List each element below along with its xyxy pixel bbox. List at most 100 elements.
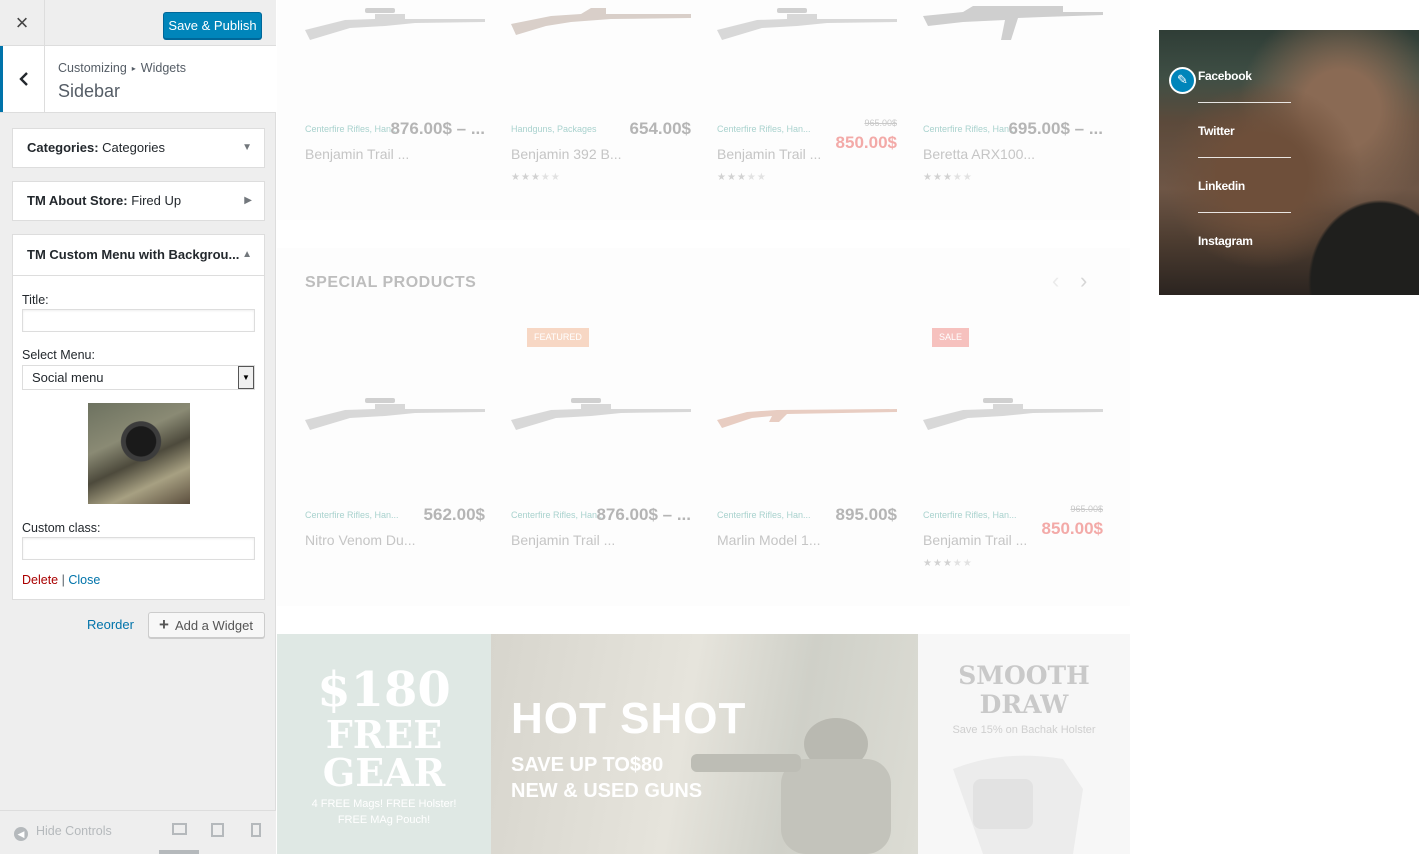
- back-button[interactable]: [0, 46, 45, 112]
- rating-stars: ★★★★★: [923, 172, 973, 183]
- tablet-preview-icon[interactable]: [211, 823, 224, 837]
- product-badge: FEATURED: [527, 328, 589, 347]
- product-image[interactable]: [305, 392, 485, 432]
- triangle-down-icon[interactable]: ▼: [242, 129, 252, 167]
- customizer-footer: ◀ Hide Controls: [0, 810, 276, 854]
- breadcrumb-root: Customizing: [58, 61, 127, 75]
- title-label: Title:: [22, 293, 49, 307]
- chevron-left-icon[interactable]: ‹: [1052, 268, 1059, 294]
- product-card[interactable]: Centerfire Rifles, Han... 965.00$ 850.00$ B…: [717, 0, 897, 200]
- product-category[interactable]: Centerfire Rifles, Han...: [305, 124, 399, 134]
- custom-class-input[interactable]: [22, 537, 255, 560]
- product-image[interactable]: [305, 2, 485, 42]
- product-name[interactable]: Marlin Model 1...: [717, 532, 820, 548]
- product-name[interactable]: Nitro Venom Du...: [305, 532, 416, 548]
- banner-smooth-draw[interactable]: SMOOTH DRAW Save 15% on Bachak Holster: [918, 634, 1130, 854]
- product-name[interactable]: Benjamin Trail ...: [305, 146, 409, 162]
- product-image[interactable]: [923, 2, 1103, 42]
- product-card[interactable]: Centerfire Rifles, Han... 876.00$ – ... Be…: [305, 0, 485, 200]
- add-widget-button[interactable]: + Add a Widget: [148, 612, 265, 638]
- section-title: Sidebar: [58, 81, 121, 101]
- select-menu-label: Select Menu:: [22, 348, 95, 362]
- widget-header-categories[interactable]: Categories: Categories ▼: [13, 129, 264, 167]
- banner-hot-shot[interactable]: HOT SHOT SAVE UP TO$80 NEW & USED GUNS: [491, 634, 918, 854]
- close-link[interactable]: Close: [68, 573, 100, 587]
- product-card[interactable]: Centerfire Rifles, Han... 695.00$ – ... Be…: [923, 0, 1103, 200]
- special-products-title: SPECIAL PRODUCTS: [305, 274, 477, 291]
- widget-categories: Categories: Categories ▼: [12, 128, 265, 168]
- menu-link-instagram[interactable]: Instagram: [1198, 234, 1253, 248]
- rating-stars: ★★★★★: [923, 558, 973, 569]
- product-price: 876.00$ – ...: [390, 119, 485, 138]
- collapse-icon: ◀: [14, 827, 28, 841]
- product-category[interactable]: Handguns, Packages: [511, 124, 597, 134]
- widget-type: TM About Store:: [27, 193, 128, 208]
- mobile-preview-icon[interactable]: [251, 823, 261, 837]
- top-products-band: Centerfire Rifles, Han... 876.00$ – ... Be…: [277, 0, 1130, 220]
- reorder-link[interactable]: Reorder: [87, 617, 134, 632]
- triangle-up-icon[interactable]: ▲: [242, 235, 252, 275]
- add-widget-label: Add a Widget: [174, 618, 253, 633]
- save-publish-button[interactable]: Save & Publish: [163, 12, 262, 39]
- product-card[interactable]: Handguns, Packages 654.00$ Benjamin 392 B.…: [511, 0, 691, 200]
- product-card[interactable]: Centerfire Rifles, Han... 895.00$ Marlin M…: [717, 328, 897, 548]
- chevron-right-icon[interactable]: ›: [1080, 268, 1087, 294]
- chevron-left-icon: [18, 72, 28, 86]
- banner-small-1: 4 FREE Mags! FREE Holster!: [311, 798, 457, 810]
- product-name[interactable]: Benjamin Trail ...: [511, 532, 615, 548]
- widget-header-about-store[interactable]: TM About Store: Fired Up ▶: [13, 182, 264, 220]
- holster-illustration: [953, 755, 1083, 854]
- delete-link[interactable]: Delete: [22, 573, 58, 587]
- product-card[interactable]: Centerfire Rifles, Han... 562.00$ Nitro Ve…: [305, 328, 485, 548]
- product-price: 876.00$ – ...: [596, 505, 691, 524]
- product-card[interactable]: SALE Centerfire Rifles, Han... 965.00$ 850.…: [923, 328, 1103, 569]
- menu-select[interactable]: Social menu ▼: [22, 365, 255, 390]
- product-card[interactable]: FEATURED Centerfire Rifles, Han... 876.00$…: [511, 328, 691, 548]
- menu-link-facebook[interactable]: Facebook: [1198, 69, 1252, 83]
- pencil-icon[interactable]: ✎: [1169, 67, 1196, 94]
- close-customizer-button[interactable]: ×: [0, 0, 45, 46]
- desktop-preview-icon[interactable]: [172, 823, 187, 835]
- breadcrumb: Customizing ▸ Widgets: [58, 61, 186, 75]
- background-image-thumbnail[interactable]: [88, 403, 190, 504]
- menu-select-value: Social menu: [32, 370, 104, 385]
- menu-link-twitter[interactable]: Twitter: [1198, 124, 1235, 138]
- product-category[interactable]: Centerfire Rifles, Han...: [511, 510, 605, 520]
- product-price: 895.00$: [835, 505, 897, 524]
- product-category[interactable]: Centerfire Rifles, Han...: [923, 124, 1017, 134]
- product-image[interactable]: [511, 392, 691, 432]
- breadcrumb-separator: ▸: [131, 64, 136, 73]
- link-separator: |: [61, 573, 65, 587]
- chevron-down-icon[interactable]: ▼: [238, 366, 254, 389]
- banner-title-2: DRAW: [979, 690, 1069, 719]
- menu-divider: [1198, 157, 1291, 158]
- product-category[interactable]: Centerfire Rifles, Han...: [923, 510, 1017, 520]
- banner-free-gear[interactable]: $180 FREE GEAR 4 FREE Mags! FREE Holster…: [277, 634, 491, 854]
- title-input[interactable]: [22, 309, 255, 332]
- product-name[interactable]: Benjamin Trail ...: [923, 532, 1027, 548]
- menu-divider: [1198, 212, 1291, 213]
- product-name[interactable]: Benjamin 392 B...: [511, 146, 622, 162]
- widget-actions: Delete | Close: [22, 573, 100, 587]
- product-image[interactable]: [511, 2, 691, 42]
- widget-header-custom-menu[interactable]: TM Custom Menu with Backgrou... ▲: [13, 235, 264, 276]
- product-category[interactable]: Centerfire Rifles, Han...: [717, 510, 811, 520]
- banner-sub-2: NEW & USED GUNS: [511, 780, 703, 802]
- widget-type: Categories:: [27, 140, 99, 155]
- product-price: 695.00$ – ...: [1008, 119, 1103, 138]
- hide-controls-label: Hide Controls: [36, 824, 112, 838]
- product-category[interactable]: Centerfire Rifles, Han...: [717, 124, 811, 134]
- menu-link-linkedin[interactable]: Linkedin: [1198, 179, 1245, 193]
- product-name[interactable]: Beretta ARX100...: [923, 146, 1035, 162]
- product-old-price: 965.00$: [864, 118, 897, 128]
- product-name[interactable]: Benjamin Trail ...: [717, 146, 821, 162]
- product-image[interactable]: [717, 2, 897, 42]
- product-image[interactable]: [923, 392, 1103, 432]
- product-category[interactable]: Centerfire Rifles, Han...: [305, 510, 399, 520]
- widget-title: Fired Up: [131, 193, 182, 208]
- triangle-right-icon[interactable]: ▶: [244, 182, 252, 220]
- banner-smooth-draw-subtitle: Save 15% on Bachak Holster: [952, 724, 1096, 736]
- product-image[interactable]: [717, 392, 897, 432]
- hide-controls-button[interactable]: ◀ Hide Controls: [14, 824, 112, 841]
- customizer-sidebar: × Save & Publish Customizing ▸ Widgets Sid…: [0, 0, 276, 854]
